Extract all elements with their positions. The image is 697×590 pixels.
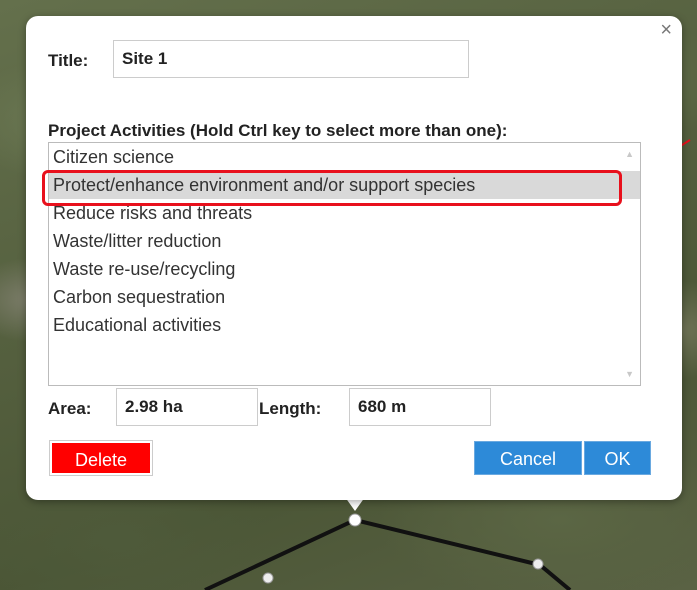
area-value: 2.98 ha [125, 397, 183, 416]
area-field[interactable]: 2.98 ha [116, 388, 258, 426]
list-item[interactable]: Citizen science [49, 143, 640, 171]
annotation-highlight-box [42, 170, 622, 206]
site-boundary-line[interactable] [204, 517, 572, 590]
title-label: Title: [48, 51, 89, 70]
boundary-vertex-handle[interactable] [532, 558, 544, 570]
length-label: Length: [259, 399, 322, 418]
delete-button[interactable]: Delete [50, 441, 152, 475]
list-item[interactable]: Waste/litter reduction [49, 227, 640, 255]
list-item[interactable]: Carbon sequestration [49, 283, 640, 311]
ok-button[interactable]: OK [584, 441, 651, 475]
close-icon[interactable]: × [660, 20, 672, 40]
site-edit-popup: × Title: Site 1 Project Activities (Hold… [26, 16, 682, 500]
cancel-button[interactable]: Cancel [474, 441, 582, 475]
title-input-value: Site 1 [122, 49, 168, 68]
list-item[interactable]: Waste re-use/recycling [49, 255, 640, 283]
activities-label: Project Activities (Hold Ctrl key to sel… [48, 121, 508, 140]
length-value: 680 m [358, 397, 407, 416]
scroll-up-icon[interactable]: ▲ [625, 149, 634, 159]
length-field[interactable]: 680 m [349, 388, 491, 426]
boundary-vertex-handle[interactable] [262, 572, 274, 584]
list-item[interactable]: Educational activities [49, 311, 640, 339]
area-label: Area: [48, 399, 92, 418]
boundary-vertex-handle[interactable] [348, 513, 362, 527]
scroll-down-icon[interactable]: ▼ [625, 369, 634, 379]
title-input[interactable]: Site 1 [113, 40, 469, 78]
